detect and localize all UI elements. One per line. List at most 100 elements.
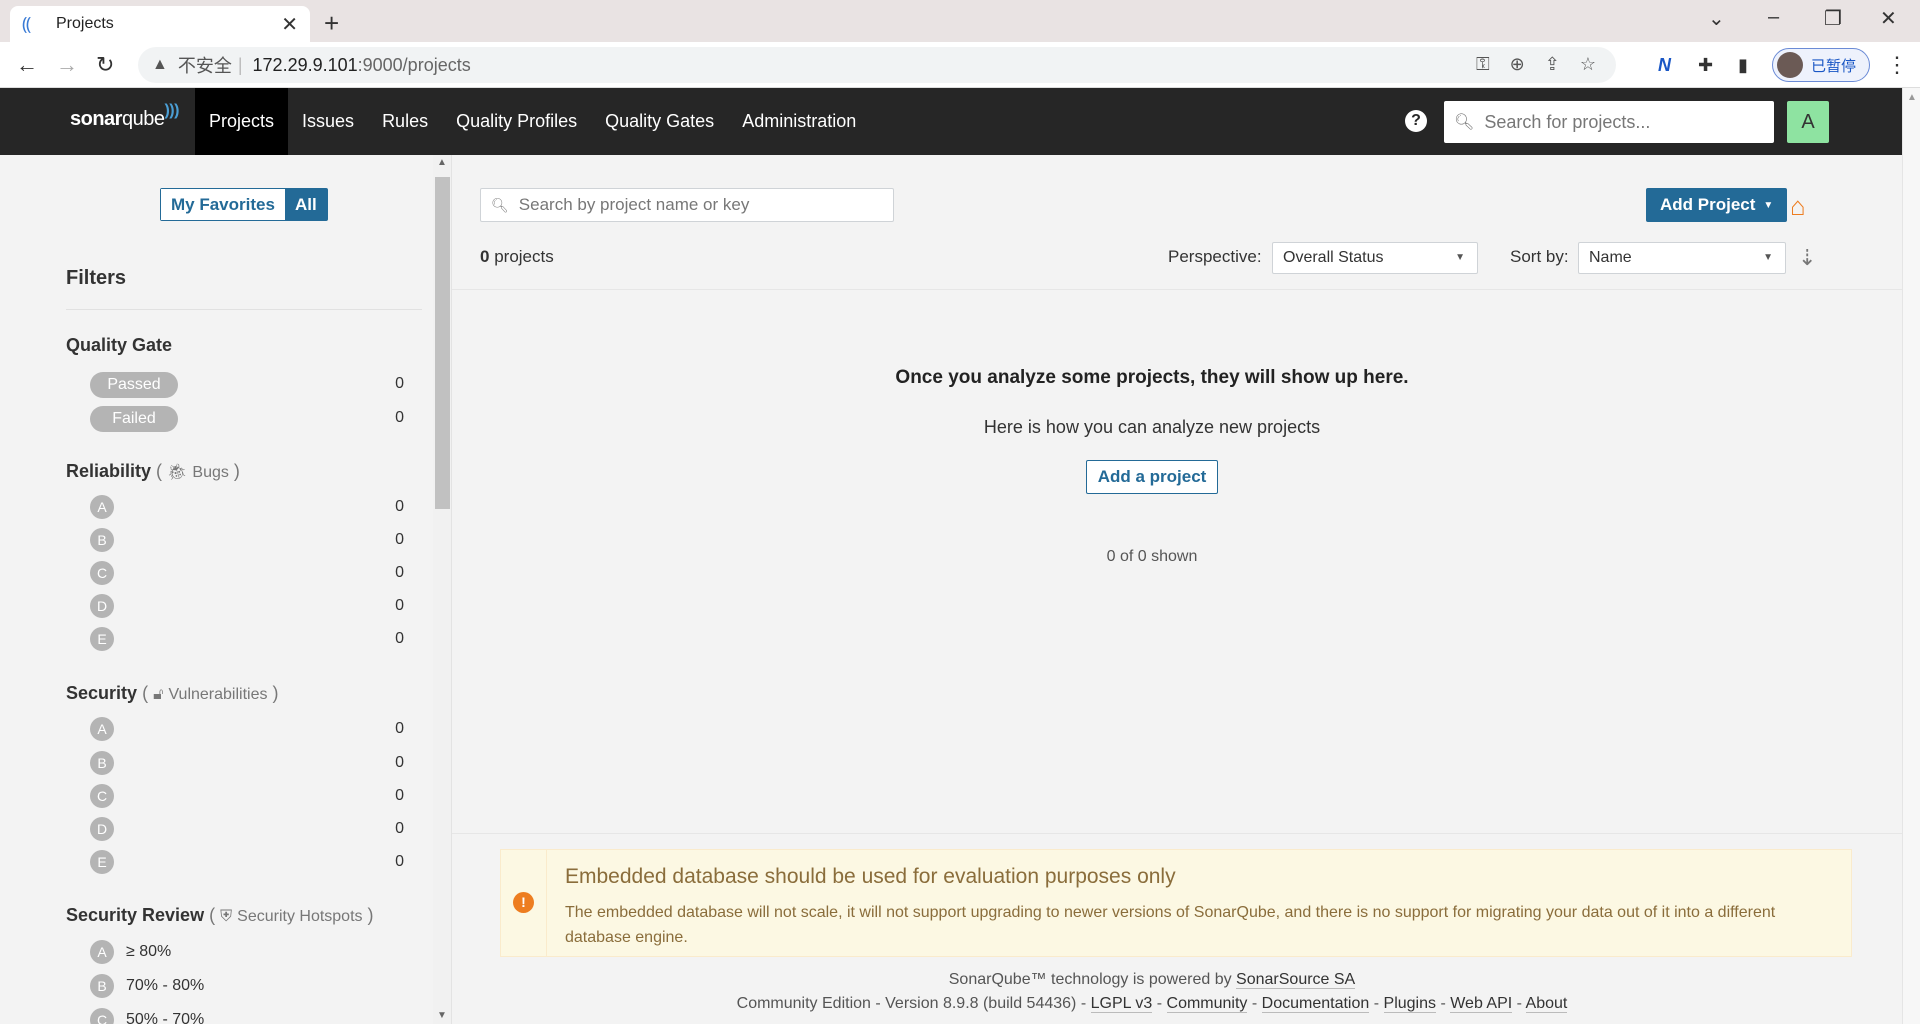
lgpl-link[interactable]: LGPL v3 — [1090, 995, 1153, 1013]
add-project-button[interactable]: Add Project ▼ — [1646, 188, 1788, 222]
rel-rating-d[interactable]: D — [90, 594, 114, 618]
sonarqube-navbar: sonarqube))) Projects Issues Rules Quali… — [0, 88, 1902, 155]
search-icon: 🔍︎ — [1454, 114, 1475, 131]
documentation-link[interactable]: Documentation — [1261, 995, 1370, 1013]
nav-quality-profiles[interactable]: Quality Profiles — [442, 88, 591, 155]
page-scrollbar[interactable]: ▲ — [1902, 88, 1920, 1024]
extension-n-icon[interactable]: N — [1658, 55, 1671, 76]
bug-icon: 🐞︎ — [167, 464, 188, 481]
sr-range-b: 70% - 80% — [126, 977, 205, 994]
rel-count-b: 0 — [395, 531, 404, 548]
nav-quality-gates[interactable]: Quality Gates — [591, 88, 728, 155]
side-panel-icon[interactable]: ▮ — [1738, 55, 1748, 76]
key-icon[interactable]: ⚿ — [1476, 54, 1490, 75]
tab-title: Projects — [56, 15, 114, 32]
sidebar-scroll-thumb[interactable] — [435, 177, 450, 509]
project-search-input[interactable] — [518, 195, 889, 215]
browser-tab[interactable]: ⸨ Projects ✕ — [10, 6, 310, 42]
sonarqube-favicon-icon: ⸨ — [22, 14, 32, 34]
filters-divider — [66, 309, 422, 310]
bookmark-star-icon[interactable]: ☆ — [1580, 54, 1596, 75]
caret-down-icon: ▼ — [1763, 200, 1774, 211]
sort-order-icon[interactable]: ⇣ — [1798, 245, 1816, 271]
rel-rating-a[interactable]: A — [90, 495, 114, 519]
sr-rating-c[interactable]: C — [90, 1008, 114, 1024]
insecure-label: 不安全 — [177, 56, 232, 76]
rel-rating-c[interactable]: C — [90, 561, 114, 585]
warning-icon: ▲ — [152, 56, 168, 73]
sidebar-scroll-down-icon[interactable]: ▼ — [437, 1010, 447, 1021]
user-avatar[interactable]: A — [1787, 101, 1829, 143]
tab-search-icon[interactable]: ⌄ — [1708, 6, 1725, 31]
minimize-icon[interactable]: – — [1768, 6, 1779, 29]
scroll-up-icon[interactable]: ▲ — [1907, 92, 1917, 103]
perspective-value: Overall Status — [1283, 249, 1384, 266]
logo-wave-icon: ))) — [164, 102, 179, 119]
paren-close: ) — [272, 683, 279, 703]
nav-issues[interactable]: Issues — [288, 88, 368, 155]
sonarqube-logo[interactable]: sonarqube))) — [70, 102, 179, 131]
sonarsource-link[interactable]: SonarSource SA — [1236, 971, 1356, 989]
forward-icon[interactable]: → — [56, 52, 78, 78]
sec-rating-c[interactable]: C — [90, 784, 114, 808]
new-tab-icon[interactable]: + — [324, 8, 339, 39]
sec-count-d: 0 — [395, 820, 404, 837]
nav-projects[interactable]: Projects — [195, 88, 289, 155]
sidebar-scroll-up-icon[interactable]: ▲ — [437, 157, 447, 168]
sr-rating-a[interactable]: A — [90, 940, 114, 964]
perspective-select[interactable]: Overall Status ▼ — [1272, 242, 1478, 274]
nav-administration[interactable]: Administration — [728, 88, 870, 155]
my-favorites-button[interactable]: My Favorites — [161, 189, 285, 220]
global-search[interactable]: 🔍︎ — [1444, 101, 1774, 143]
extensions-puzzle-icon[interactable]: ✚ — [1698, 55, 1713, 76]
about-link[interactable]: About — [1525, 995, 1568, 1013]
profile-button[interactable]: 已暂停 — [1772, 48, 1870, 82]
sec-rating-e[interactable]: E — [90, 850, 114, 874]
shown-count: 0 of 0 shown — [1106, 548, 1198, 565]
rel-rating-b[interactable]: B — [90, 528, 114, 552]
content-divider — [452, 833, 1902, 834]
close-window-icon[interactable]: ✕ — [1880, 6, 1897, 31]
reload-icon[interactable]: ↻ — [96, 52, 114, 78]
add-project-link-wrap: Add a project — [452, 460, 1852, 494]
paren-open: ( — [142, 683, 149, 703]
help-icon[interactable]: ? — [1405, 110, 1427, 132]
sidebar-scrollbar[interactable]: ▲ ▼ — [433, 155, 451, 1024]
qg-failed-count: 0 — [395, 409, 404, 426]
security-label: Security — [66, 683, 138, 703]
zoom-icon[interactable]: ⊕ — [1510, 54, 1525, 75]
nav-rules[interactable]: Rules — [368, 88, 442, 155]
close-tab-icon[interactable]: ✕ — [281, 12, 298, 37]
plugins-link[interactable]: Plugins — [1383, 995, 1436, 1013]
sort-select[interactable]: Name ▼ — [1578, 242, 1786, 274]
favorites-toggle: My Favorites All — [160, 188, 328, 221]
sr-rating-b[interactable]: B — [90, 974, 114, 998]
browser-menu-icon[interactable]: ⋮ — [1886, 52, 1908, 78]
back-icon[interactable]: ← — [16, 52, 38, 78]
qg-passed-filter[interactable]: Passed — [90, 372, 178, 398]
edition-text: Community Edition - Version 8.9.8 (build… — [736, 995, 1087, 1012]
rel-rating-e[interactable]: E — [90, 627, 114, 651]
sec-rating-b[interactable]: B — [90, 751, 114, 775]
community-link[interactable]: Community — [1166, 995, 1248, 1013]
sec-count-a: 0 — [395, 720, 404, 737]
web-api-link[interactable]: Web API — [1450, 995, 1513, 1013]
sec-rating-d[interactable]: D — [90, 817, 114, 841]
sec-rating-a[interactable]: A — [90, 717, 114, 741]
sr-range-c: 50% - 70% — [126, 1011, 205, 1024]
add-a-project-button[interactable]: Add a project — [1085, 460, 1219, 494]
profile-label: 已暂停 — [1811, 57, 1857, 75]
project-search[interactable]: 🔍︎ — [480, 188, 894, 222]
qg-failed-filter[interactable]: Failed — [90, 406, 178, 432]
profile-avatar — [1777, 52, 1803, 78]
global-search-input[interactable] — [1484, 111, 1755, 133]
share-icon[interactable]: ⇪ — [1545, 54, 1560, 75]
paren-open: ( — [209, 905, 216, 925]
home-icon[interactable]: ⌂ — [1790, 191, 1806, 222]
project-count-label: projects — [494, 247, 554, 266]
restore-icon[interactable]: ❐ — [1824, 6, 1842, 31]
footer-powered: SonarQube™ technology is powered by Sona… — [452, 971, 1852, 989]
reliability-label: Reliability — [66, 461, 152, 481]
all-button[interactable]: All — [284, 189, 327, 220]
address-bar[interactable]: ▲ 不安全 | 172.29.9.101 :9000/projects ⚿ ⊕ … — [138, 47, 1616, 83]
